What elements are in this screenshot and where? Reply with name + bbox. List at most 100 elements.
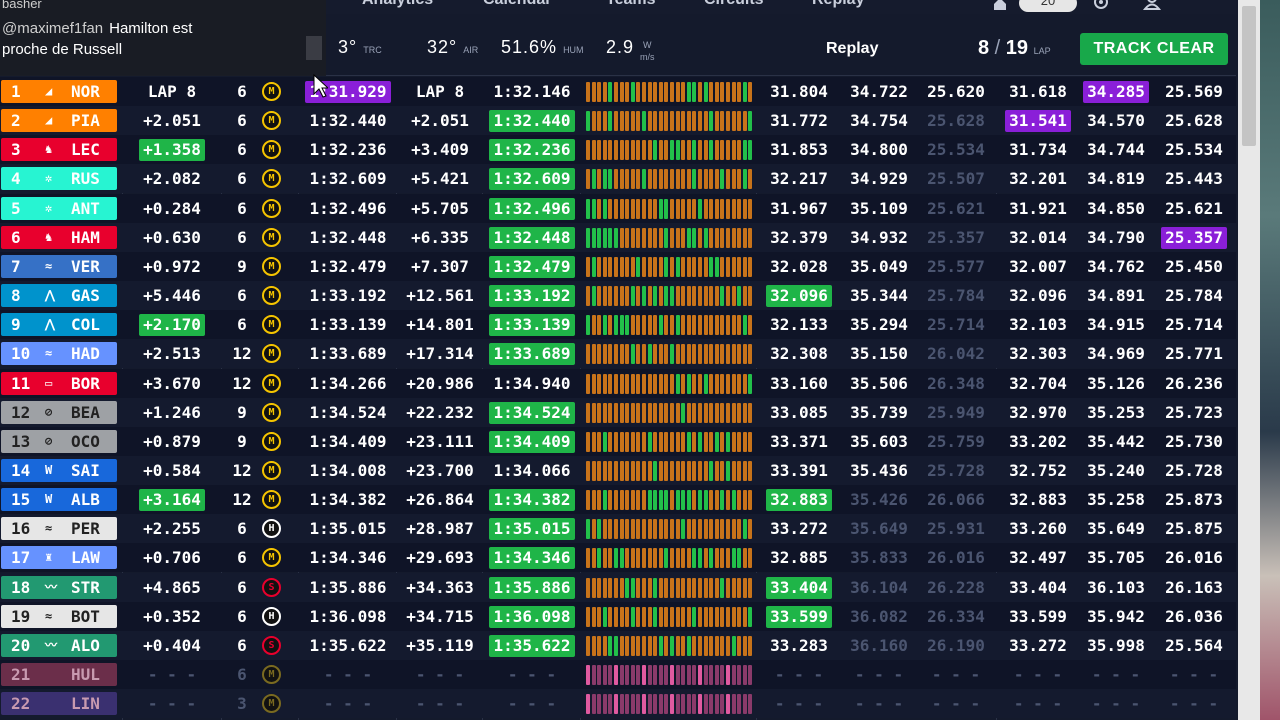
driver-badge[interactable]: 8 ⋀ GAS (1, 284, 117, 308)
timing-row[interactable]: 1 ◢ NOR LAP 8 6 M 1:31.929 LAP 8 1:32.146 31.804 3… (0, 77, 1236, 106)
mini-sector-segment (586, 198, 590, 219)
timing-row[interactable]: 16 ≈ PER +2.255 6 H 1:35.015 +28.987 1:35.015 33.… (0, 514, 1236, 544)
timing-row[interactable]: 6 ♞ HAM +0.630 6 M 1:32.448 +6.335 1:32.448 32.37… (0, 222, 1236, 252)
timing-row[interactable]: 19 ≈ BOT +0.352 6 H 1:36.098 +34.715 1:36.098 33.… (0, 601, 1236, 631)
nav-circuits[interactable]: Circuits (704, 0, 764, 9)
timing-row[interactable]: 7 ≈ VER +0.972 9 M 1:32.479 +7.307 1:32.479 32.02… (0, 251, 1236, 281)
driver-badge[interactable]: 12 ⊘ BEA (1, 400, 117, 424)
timing-row[interactable]: 17 ♜ LAW +0.706 6 M 1:34.346 +29.693 1:34.346 32.… (0, 543, 1236, 573)
best-sector-1: 32.883 (998, 485, 1078, 514)
driver-badge[interactable]: 14 W SAI (1, 458, 117, 482)
mini-sectors (586, 227, 754, 248)
mini-sector-segment (703, 111, 708, 132)
timing-row[interactable]: 20 〰 ALO +0.404 6 S 1:35.622 +35.119 1:35.622 33.… (0, 630, 1236, 660)
best-sector-1: 33.272 (998, 631, 1078, 660)
nav-replay[interactable]: Replay (812, 0, 864, 9)
timing-row[interactable]: 22 LIN - - - 3M - - - - - - - - - - - - - - - - -… (0, 689, 1236, 719)
last-lap-value: 1:33.139 (309, 315, 387, 335)
timing-row[interactable]: 4 ✲ RUS +2.082 6 M 1:32.609 +5.421 1:32.609 32.21… (0, 164, 1236, 194)
mini-sector-segment (630, 402, 635, 423)
best-sector-1-value: 32.497 (1009, 548, 1067, 568)
sector-3-time: 25.759 (916, 427, 996, 456)
gap-to-ahead: +1.246 (124, 398, 220, 427)
driver-badge[interactable]: 5 ✲ ANT (1, 196, 117, 220)
best-sector-2: 34.762 (1076, 252, 1156, 281)
best-sector-3: 25.873 (1154, 485, 1234, 514)
best-lap-value: 1:35.886 (489, 576, 575, 599)
mini-sectors (586, 577, 754, 598)
mini-sector-segment (664, 490, 669, 511)
track-status-badge: TRACK CLEAR (1080, 33, 1228, 65)
house-icon[interactable] (990, 0, 1010, 12)
driver-badge[interactable]: 21 HUL (1, 663, 117, 686)
session-pill[interactable]: 20 (1019, 0, 1077, 12)
mini-sector-segment (726, 169, 730, 190)
mini-sector-segment (597, 606, 602, 627)
best-sector-1-value: 33.260 (1009, 519, 1067, 539)
timing-row[interactable]: 18 〰 STR +4.865 6 S 1:35.886 +34.363 1:35.886 33.… (0, 572, 1236, 602)
team-logo-icon: ◢ (45, 84, 53, 98)
timing-row[interactable]: 13 ⊘ OCO +0.879 9 M 1:34.409 +23.111 1:34.409 33.… (0, 426, 1236, 456)
timing-row[interactable]: 5 ✲ ANT +0.284 6 M 1:32.496 +5.705 1:32.496 31.96… (0, 193, 1236, 223)
best-sector-1: 33.202 (998, 427, 1078, 456)
sector-1-time-value: 32.217 (770, 169, 828, 189)
best-sector-3-value: 25.714 (1165, 315, 1223, 335)
driver-badge[interactable]: 17 ♜ LAW (1, 546, 117, 570)
driver-badge[interactable]: 19 ≈ BOT (1, 604, 117, 628)
tyre-age-value: 12 (232, 460, 252, 480)
nav-teams[interactable]: Teams (606, 0, 656, 9)
driver-badge[interactable]: 10 ≈ HAD (1, 342, 117, 366)
tyre-age-value: 12 (232, 344, 252, 364)
gear-icon[interactable] (1091, 0, 1111, 12)
nav-analytics[interactable]: Analytics (362, 0, 433, 9)
driver-badge[interactable]: 1 ◢ NOR (1, 80, 117, 103)
mini-sector-segment (647, 373, 652, 394)
driver-badge[interactable]: 13 ⊘ OCO (1, 429, 117, 453)
tyre-age-value: 6 (237, 82, 247, 101)
mini-sector-segment (647, 256, 652, 277)
timing-row[interactable]: 12 ⊘ BEA +1.246 9 M 1:34.524 +22.232 1:34.524 33.… (0, 397, 1236, 427)
timing-row[interactable]: 2 ◢ PIA +2.051 6 M 1:32.440 +2.051 1:32.440 31.77… (0, 106, 1236, 136)
sector-3-time: 26.334 (916, 602, 996, 631)
driver-badge[interactable]: 11 ▭ BOR (1, 371, 117, 395)
timing-row[interactable]: 11 ▭ BOR +3.670 12 M 1:34.266 +20.986 1:34.940 33… (0, 368, 1236, 398)
mini-sector-segment (737, 286, 742, 307)
mini-sector-segment (675, 548, 680, 569)
timing-row[interactable]: 15 W ALB +3.164 12 M 1:34.382 +26.864 1:34.382 32… (0, 485, 1236, 515)
driver-badge[interactable]: 16 ≈ PER (1, 517, 117, 541)
timing-row[interactable]: 10 ≈ HAD +2.513 12 M 1:33.689 +17.314 1:33.689 32… (0, 339, 1236, 369)
scrollbar-thumb[interactable] (1242, 6, 1256, 146)
sector-1-time-value: 33.371 (770, 431, 828, 451)
timing-row[interactable]: 3 ♞ LEC +1.358 6 M 1:32.236 +3.409 1:32.236 31.85… (0, 135, 1236, 165)
driver-badge[interactable]: 2 ◢ PIA (1, 109, 117, 133)
driver-badge[interactable]: 9 ⋀ COL (1, 313, 117, 337)
mini-sector-segment (602, 198, 607, 219)
driver-badge[interactable]: 6 ♞ HAM (1, 225, 117, 249)
mini-sector-segment (726, 606, 730, 627)
best-lap-value: 1:34.066 (493, 460, 571, 480)
chat-scrollbar[interactable] (306, 36, 322, 60)
driver-badge[interactable]: 22 LIN (1, 692, 117, 716)
nav-calendar[interactable]: Calendar (483, 0, 551, 9)
timing-row[interactable]: 8 ⋀ GAS +5.446 6 M 1:33.192 +12.561 1:33.192 32.0… (0, 281, 1236, 311)
driver-badge[interactable]: 7 ≈ VER (1, 254, 117, 278)
timing-row[interactable]: 14 W SAI +0.584 12 M 1:34.008 +23.700 1:34.066 33… (0, 455, 1236, 485)
timing-row[interactable]: 21 HUL - - - 6M - - - - - - - - - - - - - - - - -… (0, 660, 1236, 689)
last-lap: 1:32.609 (300, 164, 396, 193)
timing-row[interactable]: 9 ⋀ COL +2.170 6 M 1:33.139 +14.801 1:33.139 32.1… (0, 310, 1236, 340)
page-scrollbar[interactable] (1238, 0, 1260, 720)
user-icon[interactable] (1142, 0, 1162, 12)
mini-sector-segment (709, 577, 714, 598)
mini-sector-segment (686, 577, 691, 598)
driver-code: VER (71, 256, 100, 276)
mini-sector-segment (664, 373, 669, 394)
driver-badge[interactable]: 15 W ALB (1, 488, 117, 512)
mini-sector-segment (726, 519, 730, 540)
driver-badge[interactable]: 20 〰 ALO (1, 633, 117, 657)
sector-2-time: 36.104 (840, 573, 918, 602)
mini-sector-segment (586, 140, 590, 161)
driver-badge[interactable]: 3 ♞ LEC (1, 138, 117, 162)
driver-badge[interactable]: 18 〰 STR (1, 575, 117, 599)
mini-sector-segment (653, 635, 658, 656)
driver-badge[interactable]: 4 ✲ RUS (1, 167, 117, 191)
